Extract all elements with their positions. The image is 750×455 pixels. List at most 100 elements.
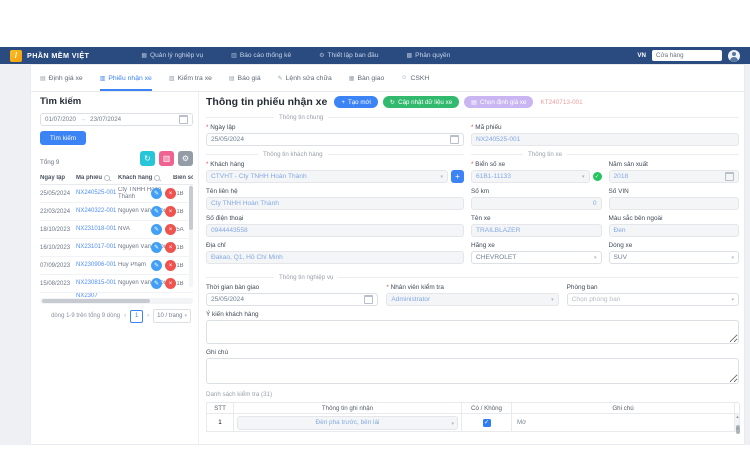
menu-item-business[interactable]: ▦Quản lý nghiệp vụ — [141, 52, 203, 59]
delete-icon[interactable]: × — [165, 278, 176, 289]
shield-icon: ▩ — [407, 52, 413, 59]
search-button[interactable]: Tìm kiếm — [40, 131, 86, 145]
update-vehicle-data-button[interactable]: ↻Cập nhật dữ liệu xe — [383, 96, 459, 108]
odometer-input[interactable]: 0 — [471, 197, 602, 210]
checklist-scrollbar[interactable]: ▲ ▼ — [735, 414, 740, 431]
date-to[interactable]: 23/07/2024 — [90, 116, 121, 123]
col-customer: Khách hàng — [118, 175, 173, 181]
language-label[interactable]: VN — [637, 52, 646, 59]
cell-code-link[interactable]: NX230906-001 — [76, 262, 118, 270]
choose-valuation-button[interactable]: ▤Chọn định giá xe — [464, 96, 533, 108]
tab-ban-giao[interactable]: ▦Bàn giao — [349, 65, 385, 91]
chevron-down-icon: ▾ — [184, 313, 187, 319]
department-select[interactable]: Chọn phòng ban▾ — [567, 293, 739, 306]
year-input[interactable]: 2018 — [609, 170, 740, 183]
table-row[interactable]: 07/09/2023 NX230906-001 Huy Phạm 51B ✎× — [40, 257, 193, 275]
inspector-select[interactable]: Administrator▾ — [386, 293, 558, 306]
vehicle-name-input[interactable]: TRAILBLAZER — [471, 224, 602, 237]
next-page-icon[interactable]: › — [147, 313, 149, 319]
cell-code-link[interactable]: NX231018-001 — [76, 226, 118, 234]
filter-icon[interactable]: ▥ — [159, 151, 174, 166]
issue-date-input[interactable]: 25/05/2024 — [206, 133, 464, 146]
tab-cskh[interactable]: ☺CSKH — [401, 65, 429, 91]
phone-input[interactable]: 0944443558 — [206, 224, 464, 237]
prev-page-icon[interactable]: ‹ — [124, 313, 126, 319]
checklist-stt: 1 — [207, 414, 234, 431]
panel-divider — [198, 92, 199, 444]
edit-icon[interactable]: ✎ — [151, 242, 162, 253]
calendar-icon — [450, 135, 459, 144]
horizontal-scrollbar[interactable] — [40, 298, 193, 304]
page-size-select[interactable]: 10 / trang▾ — [153, 309, 191, 323]
refresh-icon[interactable]: ↻ — [140, 151, 155, 166]
notes-textarea[interactable] — [206, 358, 739, 384]
date-from[interactable]: 01/07/2020 — [45, 116, 76, 123]
tab-phieu-nhan-xe[interactable]: ▥Phiếu nhận xe — [100, 65, 152, 91]
tab-lenh-sua-chua[interactable]: ✎Lệnh sửa chữa — [278, 65, 332, 91]
search-icon[interactable] — [154, 175, 160, 181]
field-label: Số điện thoại — [206, 215, 464, 222]
checkbox[interactable]: ✓ — [483, 419, 491, 427]
cell-date: 16/10/2023 — [40, 245, 76, 251]
results-table-header: Ngày lập Mã phiếu Khách hàng Biển số xe — [40, 171, 193, 185]
customer-select[interactable]: CTVHT - Cty TNHH Hoàn Thành▾ — [206, 170, 448, 183]
edit-icon[interactable]: ✎ — [151, 224, 162, 235]
tab-kiem-tra-xe[interactable]: ▧Kiểm tra xe — [169, 65, 212, 91]
date-range-input[interactable]: 01/07/2020 → 23/07/2024 — [40, 113, 193, 126]
menu-item-setup[interactable]: ⚙Thiết lập ban đầu — [319, 52, 378, 59]
checklist-item-select[interactable]: Đèn pha trước, bên lái▾ — [237, 416, 458, 430]
plate-select[interactable]: 61B1-11133▾ — [471, 170, 590, 183]
receipt-code-input[interactable]: NX240525-001 — [471, 133, 739, 146]
store-select[interactable]: Cửa hàng — [652, 50, 722, 61]
delete-icon[interactable]: × — [165, 206, 176, 217]
cell-code-link[interactable]: NX230815-001 — [76, 280, 118, 288]
cell-code-link[interactable]: NX231017-001 — [76, 244, 118, 252]
cell-code-link[interactable]: NX240322-001 — [76, 208, 118, 216]
vin-input[interactable] — [609, 197, 740, 210]
edit-icon[interactable]: ✎ — [151, 260, 162, 271]
table-row[interactable]: 18/10/2023 NX231018-001 NVA 65A ✎× — [40, 221, 193, 239]
menu-item-permissions[interactable]: ▩Phân quyền — [407, 52, 451, 59]
exterior-color-input[interactable]: Đen — [609, 224, 740, 237]
scroll-up-icon[interactable]: ▲ — [735, 414, 740, 419]
vertical-scrollbar[interactable] — [189, 185, 193, 287]
delete-icon[interactable]: × — [165, 224, 176, 235]
edit-icon[interactable]: ✎ — [151, 278, 162, 289]
search-panel: Tìm kiếm 01/07/2020 → 23/07/2024 Tìm kiế… — [40, 96, 193, 441]
model-line-select[interactable]: SUV▾ — [609, 251, 740, 264]
table-row[interactable]: 16/10/2023 NX231017-001 Nguyễn Văn Chói … — [40, 239, 193, 257]
create-button[interactable]: +Tạo mới — [334, 96, 378, 108]
plus-icon: + — [455, 172, 460, 181]
checklist-note-cell[interactable]: Mờ — [512, 414, 735, 431]
contact-name-input[interactable]: Cty TNHH Hoàn Thành — [206, 197, 464, 210]
detail-panel: Thông tin phiếu nhận xe +Tạo mới ↻Cập nh… — [206, 95, 739, 432]
table-row[interactable]: 22/03/2024 NX240322-001 Nguyễn Văn Chói … — [40, 203, 193, 221]
table-row[interactable]: 15/08/2023 NX230815-001 Nguyễn Văn Chói … — [40, 275, 193, 293]
tab-bao-gia[interactable]: ▤Báo giá — [229, 65, 261, 91]
delete-icon[interactable]: × — [165, 260, 176, 271]
menu-item-reports[interactable]: ▥Báo cáo thống kê — [231, 52, 291, 59]
delete-icon[interactable]: × — [165, 188, 176, 199]
edit-icon[interactable]: ✎ — [151, 188, 162, 199]
settings-gear-icon[interactable]: ⚙ — [178, 151, 193, 166]
handover-time-input[interactable]: 25/05/2024 — [206, 293, 378, 306]
brand-select[interactable]: CHEVROLET▾ — [471, 251, 602, 264]
edit-icon[interactable]: ✎ — [151, 206, 162, 217]
table-row[interactable]: 25/05/2024 NX240525-001 Cty TNHH Hoàn Th… — [40, 185, 193, 203]
delete-icon[interactable]: × — [165, 242, 176, 253]
scroll-down-icon[interactable]: ▼ — [735, 426, 740, 431]
cell-code-link[interactable]: NX240525-001 — [76, 190, 118, 198]
address-input[interactable]: Đakao, Q1, Hồ Chí Minh — [206, 251, 464, 264]
field-label: Hãng xe — [471, 242, 602, 249]
inspection-ref-code[interactable]: KT240713-001 — [540, 99, 582, 106]
user-avatar-icon[interactable] — [728, 50, 740, 62]
customer-opinion-textarea[interactable] — [206, 320, 739, 344]
tab-dinh-gia-xe[interactable]: ▤Định giá xe — [40, 65, 83, 91]
search-icon[interactable] — [104, 175, 110, 181]
result-toolbar: Tổng 9 ↻ ▥ ⚙ — [40, 151, 193, 166]
page-number[interactable]: 1 — [130, 310, 143, 323]
check-circle-icon: ✓ — [593, 172, 602, 181]
tab-label: Bàn giao — [357, 75, 384, 82]
add-customer-button[interactable]: + — [451, 170, 464, 183]
chevron-down-icon: ▾ — [731, 255, 734, 261]
